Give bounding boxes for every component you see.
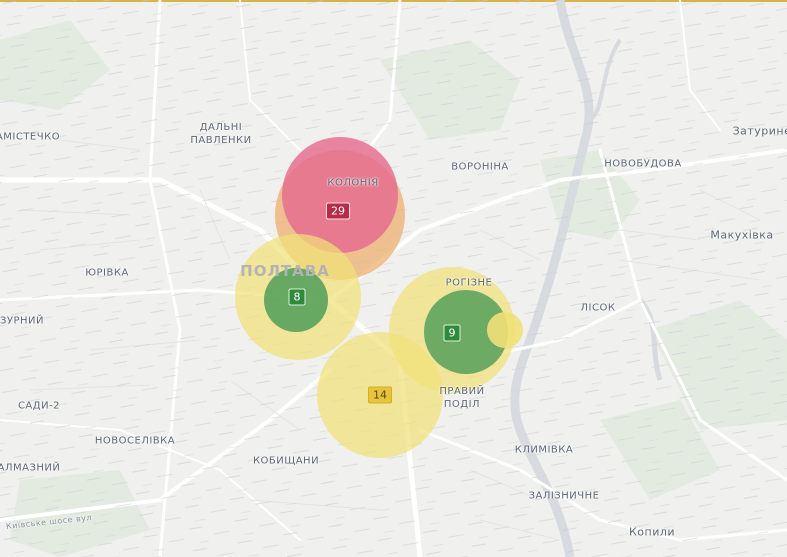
place-dalni-pavlenky-line2: ПАВЛЕНКИ [190,135,252,146]
place-pravyi-podil-line1: ПРАВИЙ [439,386,485,397]
map-base-layer [0,0,787,557]
place-zurnyi: ЗУРНИЙ [0,315,45,327]
place-almaznyi: АЛМАЗНИЙ [0,462,61,474]
place-sady-2: САДИ-2 [17,400,61,412]
place-klymivka: КЛИМІВКА [514,444,574,456]
cluster-badge-rohizne[interactable]: 9 [443,324,461,342]
place-pravyi-podil-line2: ПОДІЛ [443,399,481,410]
place-rohizne: РОГІЗНЕ [445,277,493,289]
place-dalni-pavlenky-line1: ДАЛЬНІ [199,122,243,133]
place-novobudova: НОВОБУДОВА [604,158,682,170]
cluster-badge-koloniia[interactable]: 29 [326,202,350,220]
place-poltava: ПОЛТАВА [240,262,330,280]
place-zamistechko: АМІСТЕЧКО [0,131,61,143]
cluster-badge-kobyshchany[interactable]: 14 [368,386,392,404]
cluster-badge-poltava[interactable]: 8 [288,288,306,306]
place-voronina: ВОРОНІНА [451,161,509,173]
place-zaturyne: Затурине [732,124,787,138]
place-lisok: ЛІСОК [580,302,616,314]
place-kobyshchany: КОБИЩАНИ [252,455,320,467]
place-zaliznychne: ЗАЛІЗНИЧНЕ [528,490,600,502]
place-kopyli: Копили [628,525,676,539]
place-dalni-pavlenky: ДАЛЬНІ ПАВЛЕНКИ [190,121,251,147]
place-novoselivka: НОВОСЕЛІВКА [94,435,176,447]
place-makukhivka: Макухівка [710,228,774,242]
place-yurivka: ЮРІВКА [85,267,129,279]
map-canvas[interactable]: АМІСТЕЧКО ДАЛЬНІ ПАВЛЕНКИ КОЛОНІЯ ВОРОНІ… [0,0,787,557]
place-koloniia: КОЛОНІЯ [327,177,379,189]
place-pravyi-podil: ПРАВИЙ ПОДІЛ [439,385,484,411]
